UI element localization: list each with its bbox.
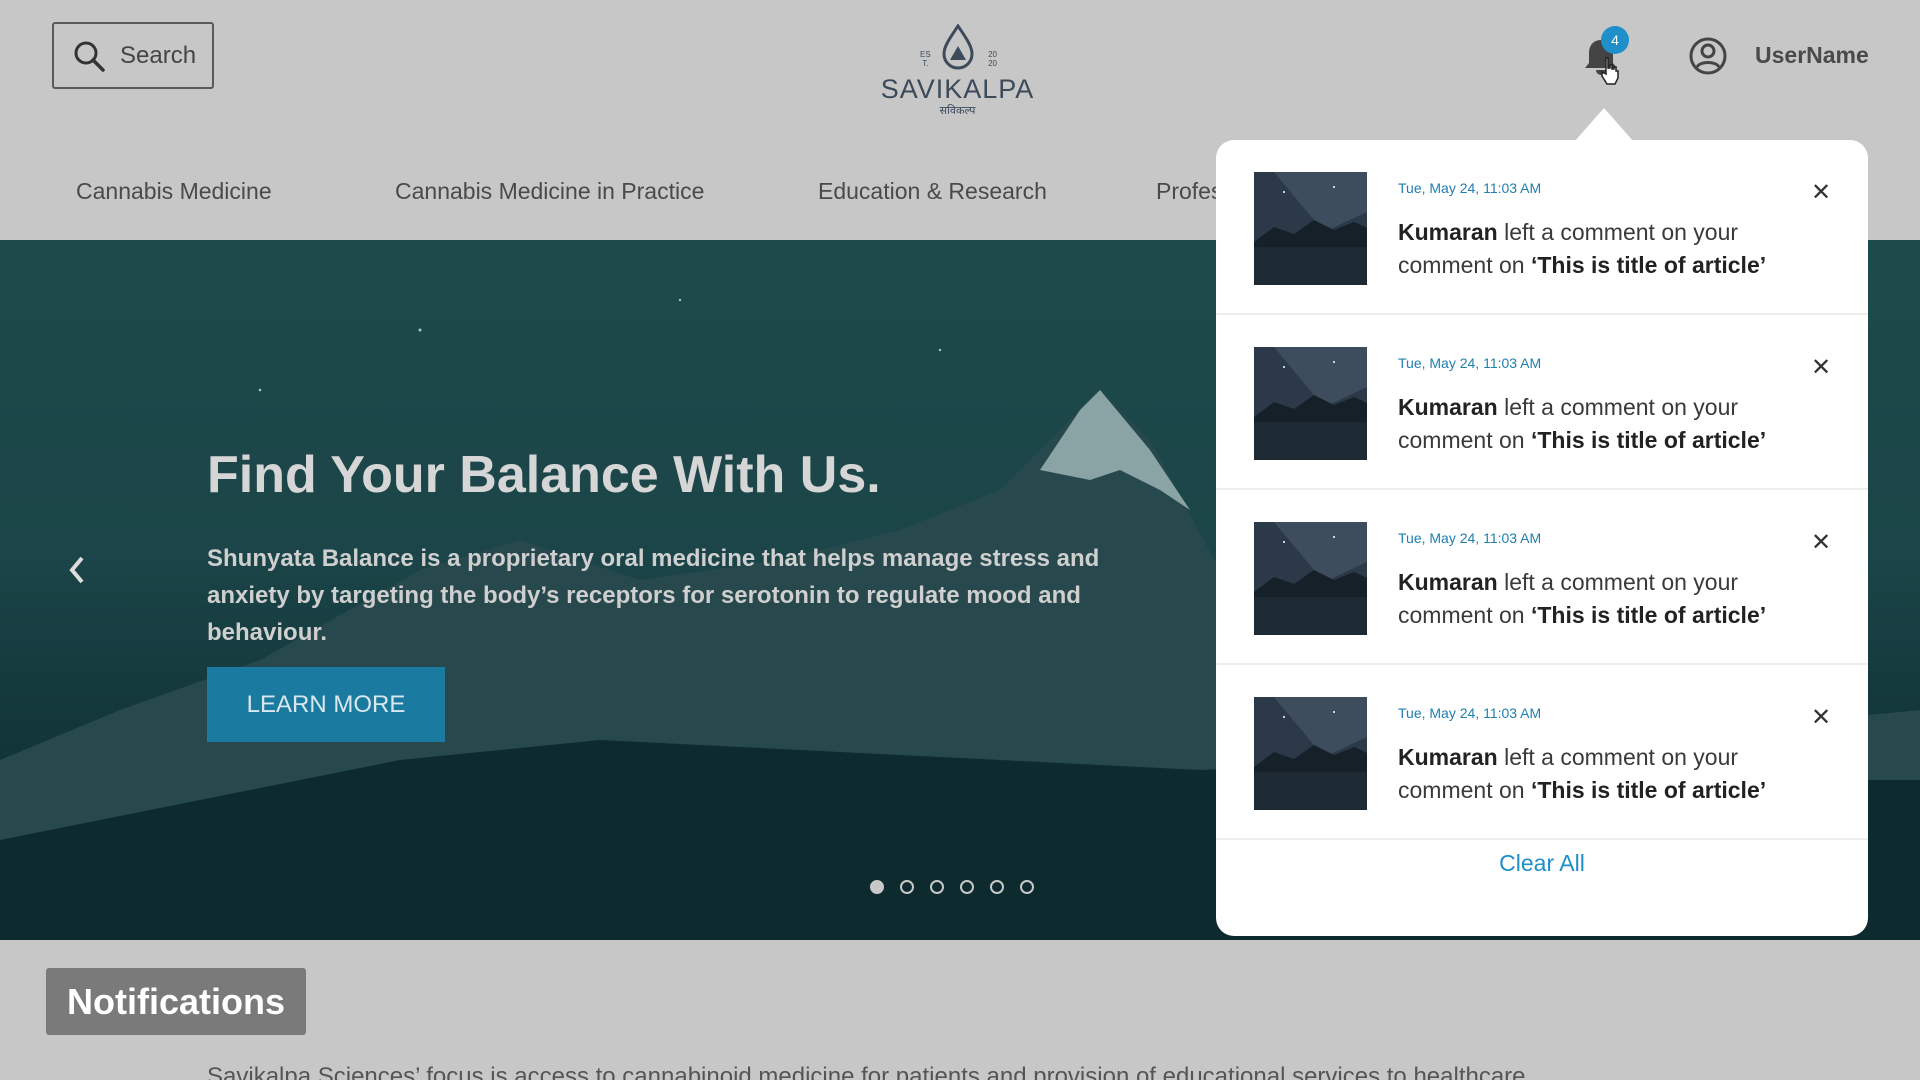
close-icon[interactable]: ✕ xyxy=(1806,703,1836,733)
nav-item-education-research[interactable]: Education & Research xyxy=(818,178,1047,205)
notification-article[interactable]: ‘This is title of article’ xyxy=(1531,427,1766,453)
notification-user[interactable]: Kumaran xyxy=(1398,394,1498,420)
close-icon[interactable]: ✕ xyxy=(1806,528,1836,558)
notification-time: Tue, May 24, 11:03 AM xyxy=(1398,530,1542,546)
close-icon[interactable]: ✕ xyxy=(1806,353,1836,383)
notification-user[interactable]: Kumaran xyxy=(1398,569,1498,595)
hand-cursor-icon xyxy=(1601,57,1619,85)
notification-text: Kumaran left a comment on your comment o… xyxy=(1398,741,1828,807)
chevron-left-icon[interactable] xyxy=(64,550,90,590)
nav-item-cannabis-medicine-in-practice[interactable]: Cannabis Medicine in Practice xyxy=(395,178,704,205)
carousel-dot[interactable] xyxy=(930,880,944,894)
learn-more-button[interactable]: LEARN MORE xyxy=(207,667,445,742)
notification-article[interactable]: ‘This is title of article’ xyxy=(1531,252,1766,278)
hero-description: Shunyata Balance is a proprietary oral m… xyxy=(207,545,1100,646)
logo-est-right: 20 20 xyxy=(988,50,997,68)
dropdown-arrow xyxy=(1574,108,1634,142)
section-heading: Notifications xyxy=(46,968,306,1035)
user-name[interactable]: UserName xyxy=(1755,42,1869,69)
notification-item[interactable]: Tue, May 24, 11:03 AM Kumaran left a com… xyxy=(1216,490,1868,665)
notification-dropdown: Tue, May 24, 11:03 AM Kumaran left a com… xyxy=(1216,140,1868,936)
intro-text: Savikalpa Sciences’ focus is access to c… xyxy=(207,1063,1526,1080)
close-icon[interactable]: ✕ xyxy=(1806,178,1836,208)
notification-thumbnail xyxy=(1254,522,1367,635)
notification-user[interactable]: Kumaran xyxy=(1398,744,1498,770)
carousel-dot[interactable] xyxy=(990,880,1004,894)
carousel-dot[interactable] xyxy=(1020,880,1034,894)
notification-time: Tue, May 24, 11:03 AM xyxy=(1398,355,1542,371)
logo-est-left: ES T. xyxy=(920,50,931,68)
clear-all-button[interactable]: Clear All xyxy=(1216,850,1868,877)
user-avatar-icon[interactable] xyxy=(1688,36,1728,76)
notification-article[interactable]: ‘This is title of article’ xyxy=(1531,777,1766,803)
notification-text: Kumaran left a comment on your comment o… xyxy=(1398,391,1828,457)
logo-emblem xyxy=(941,24,974,70)
notification-user[interactable]: Kumaran xyxy=(1398,219,1498,245)
notification-text: Kumaran left a comment on your comment o… xyxy=(1398,566,1828,632)
carousel-dot[interactable] xyxy=(900,880,914,894)
search-label: Search xyxy=(120,41,197,69)
notification-text: Kumaran left a comment on your comment o… xyxy=(1398,216,1828,282)
notification-item[interactable]: Tue, May 24, 11:03 AM Kumaran left a com… xyxy=(1216,315,1868,490)
carousel-dot[interactable] xyxy=(960,880,974,894)
hero-title: Find Your Balance With Us. xyxy=(207,446,881,504)
carousel-dots xyxy=(870,880,1034,894)
notification-time: Tue, May 24, 11:03 AM xyxy=(1398,180,1542,196)
notification-item[interactable]: Tue, May 24, 11:03 AM Kumaran left a com… xyxy=(1216,665,1868,840)
notification-article[interactable]: ‘This is title of article’ xyxy=(1531,602,1766,628)
notification-count-badge: 4 xyxy=(1601,26,1629,54)
nav-item-professionals[interactable]: Profes xyxy=(1156,178,1222,205)
logo-brand: SAVIKALPA xyxy=(880,74,1035,104)
search-button[interactable]: Search xyxy=(52,22,214,89)
logo-subtitle: सविकल्प xyxy=(939,105,976,117)
nav-item-cannabis-medicine[interactable]: Cannabis Medicine xyxy=(76,178,272,205)
site-logo[interactable]: ES T. 20 20 SAVIKALPA सविकल्प xyxy=(880,24,1035,144)
search-icon xyxy=(74,41,105,72)
carousel-dot[interactable] xyxy=(870,880,884,894)
notification-thumbnail xyxy=(1254,347,1367,460)
notification-item[interactable]: Tue, May 24, 11:03 AM Kumaran left a com… xyxy=(1216,140,1868,315)
notification-thumbnail xyxy=(1254,697,1367,810)
notification-thumbnail xyxy=(1254,172,1367,285)
notification-time: Tue, May 24, 11:03 AM xyxy=(1398,705,1542,721)
